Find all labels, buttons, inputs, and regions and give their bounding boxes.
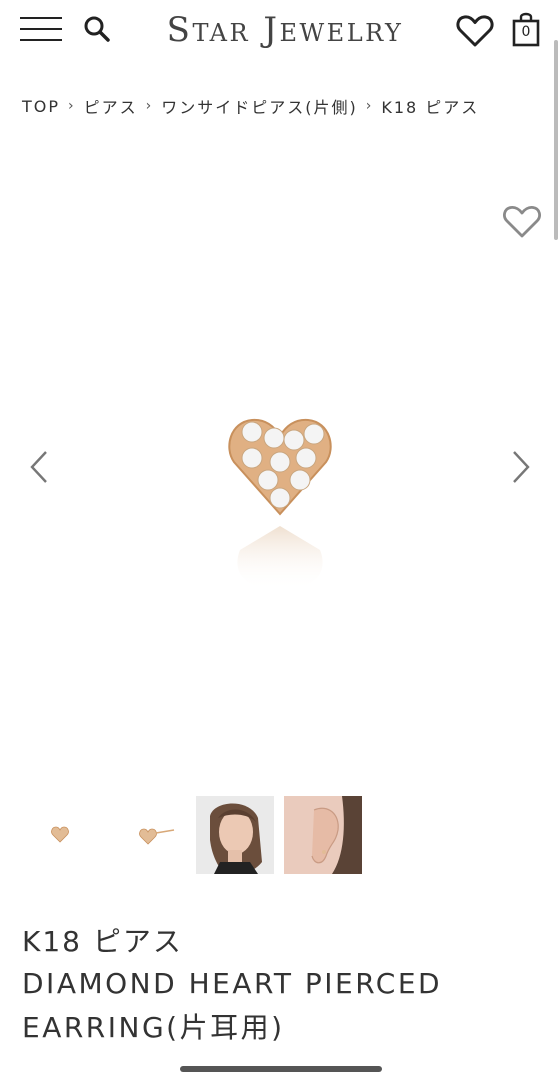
breadcrumb-top[interactable]: TOP xyxy=(22,97,60,116)
breadcrumb-current: K18 ピアス xyxy=(381,98,480,117)
hamburger-menu-icon[interactable] xyxy=(20,16,62,42)
home-indicator[interactable] xyxy=(180,1066,382,1072)
breadcrumb-one-side[interactable]: ワンサイドピアス(片側) xyxy=(161,94,358,118)
thumbnail-heart-front[interactable] xyxy=(20,796,98,874)
wishlist-heart-icon[interactable] xyxy=(456,14,494,48)
thumbnail-strip xyxy=(20,796,362,874)
site-header: Star Jewelry 0 xyxy=(0,0,560,62)
product-title-jp: K18 ピアス xyxy=(22,925,183,958)
chevron-right-icon: › xyxy=(145,98,154,114)
cart-count-badge: 0 xyxy=(521,24,531,40)
diamond-heart-earring-image xyxy=(210,400,350,600)
search-icon[interactable] xyxy=(82,14,112,44)
site-logo[interactable]: Star Jewelry xyxy=(140,8,430,52)
page-scrollbar[interactable] xyxy=(554,40,558,240)
thumbnail-heart-side[interactable] xyxy=(108,796,186,874)
breadcrumb-pierced[interactable]: ピアス xyxy=(84,94,138,118)
breadcrumb: TOP › ピアス › ワンサイドピアス(片側) › K18 ピアス xyxy=(22,94,479,118)
chevron-right-icon: › xyxy=(365,98,374,114)
favorite-heart-icon[interactable] xyxy=(502,204,542,240)
thumbnail-ear-closeup[interactable] xyxy=(284,796,362,874)
product-title-en: DIAMOND HEART PIERCED EARRING(片耳用) xyxy=(22,967,443,1044)
chevron-left-icon[interactable] xyxy=(26,448,52,486)
chevron-right-icon: › xyxy=(68,98,76,114)
shopping-bag-icon[interactable]: 0 xyxy=(510,10,542,48)
chevron-right-icon[interactable] xyxy=(508,448,534,486)
thumbnail-model-portrait[interactable] xyxy=(196,796,274,874)
